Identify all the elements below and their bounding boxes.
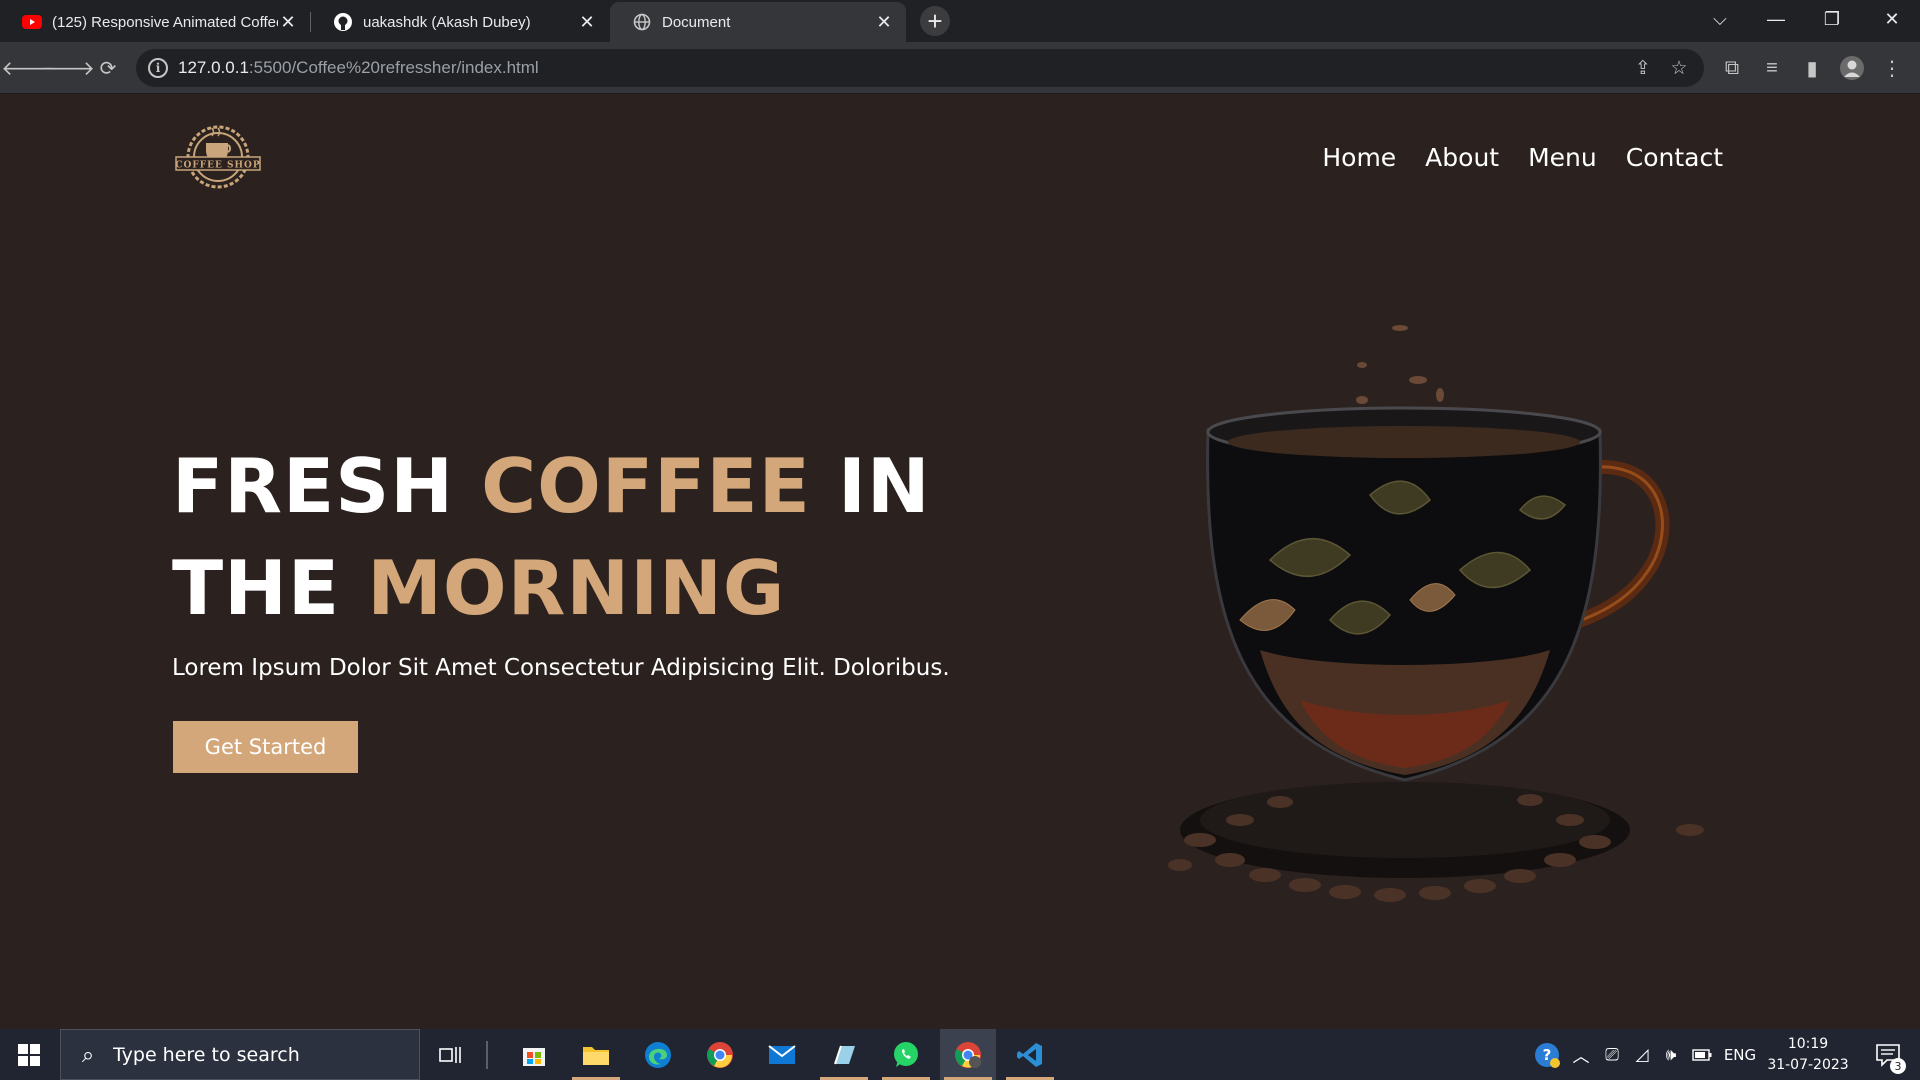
store-icon[interactable] <box>506 1029 562 1080</box>
coffee-shop-logo[interactable]: COFFEE SHOP <box>170 117 266 197</box>
browser-tab-strip: (125) Responsive Animated Coffee Shop ✕ … <box>0 0 1920 42</box>
chevron-up-icon[interactable]: ︿ <box>1568 1029 1594 1080</box>
close-icon[interactable]: ✕ <box>577 12 597 32</box>
forward-button[interactable]: 🡒 <box>41 52 95 84</box>
tab-search-button[interactable]: ⌵ <box>1692 0 1748 38</box>
nav-contact[interactable]: Contact <box>1626 143 1723 172</box>
nav-home[interactable]: Home <box>1322 143 1396 172</box>
share-icon[interactable]: ⇪ <box>1630 55 1656 81</box>
windows-icon <box>18 1043 40 1066</box>
tab-youtube[interactable]: (125) Responsive Animated Coffee Shop ✕ <box>0 2 310 42</box>
hero-title: FRESH COFFEE IN THE MORNING <box>172 435 931 639</box>
hero-title-part: FRESH <box>172 442 482 530</box>
youtube-icon <box>22 12 42 32</box>
taskbar-divider <box>486 1041 488 1069</box>
web-page: COFFEE SHOP Home About Menu Contact FRES… <box>0 95 1920 1029</box>
chrome-profile-icon[interactable] <box>940 1029 996 1080</box>
site-info-icon[interactable]: i <box>148 58 168 78</box>
tab-title: Document <box>662 13 731 31</box>
whatsapp-icon[interactable] <box>878 1029 934 1080</box>
tab-title: uakashdk (Akash Dubey) <box>363 13 531 31</box>
tab-document[interactable]: Document ✕ <box>610 2 906 42</box>
windows-taskbar: ⌕ ? ︿ ⎚ ◿ 🕪 ENG 10:19 31-07-2023 <box>0 1029 1920 1080</box>
extensions-icon[interactable]: ⧉ <box>1716 52 1748 84</box>
clock-time: 10:19 <box>1787 1036 1829 1052</box>
bookmark-star-icon[interactable]: ☆ <box>1666 55 1692 81</box>
language-indicator[interactable]: ENG <box>1718 1029 1762 1080</box>
help-icon[interactable]: ? <box>1530 1029 1564 1080</box>
new-tab-button[interactable]: + <box>920 6 950 36</box>
svg-text:COFFEE SHOP: COFFEE SHOP <box>175 161 260 171</box>
hero-title-part: THE <box>172 544 368 632</box>
browser-toolbar: 🡐 🡒 ⟳ i 127.0.0.1:5500/Coffee%20refressh… <box>0 42 1920 94</box>
main-nav: Home About Menu Contact <box>1322 143 1723 172</box>
get-started-button[interactable]: Get Started <box>173 721 358 773</box>
network-icon[interactable]: ◿ <box>1628 1029 1656 1080</box>
system-clock[interactable]: 10:19 31-07-2023 <box>1760 1034 1856 1076</box>
volume-icon[interactable]: 🕪 <box>1656 1029 1686 1080</box>
hero-title-accent: COFFEE <box>481 442 811 530</box>
reload-button[interactable]: ⟳ <box>92 52 124 84</box>
close-window-button[interactable]: ✕ <box>1864 0 1920 38</box>
search-icon: ⌕ <box>81 1041 95 1067</box>
avatar[interactable] <box>1836 52 1868 84</box>
globe-icon <box>632 12 652 32</box>
start-button[interactable] <box>0 1029 58 1080</box>
reading-list-icon[interactable]: ≡ <box>1756 52 1788 84</box>
close-icon[interactable]: ✕ <box>874 12 894 32</box>
notifications-button[interactable]: 3 <box>1868 1029 1908 1080</box>
hero-title-accent: MORNING <box>367 544 786 632</box>
clock-date: 31-07-2023 <box>1767 1057 1849 1073</box>
close-icon[interactable]: ✕ <box>278 12 298 32</box>
search-input[interactable] <box>113 1043 393 1066</box>
notification-count-badge: 3 <box>1890 1058 1906 1074</box>
tab-title: (125) Responsive Animated Coffee Shop <box>52 13 278 31</box>
restore-button[interactable]: ❐ <box>1804 0 1860 38</box>
hero-subtitle: Lorem Ipsum Dolor Sit Amet Consectetur A… <box>172 655 950 681</box>
meet-now-icon[interactable]: ⎚ <box>1598 1029 1626 1080</box>
url-text[interactable]: 127.0.0.1:5500/Coffee%20refressher/index… <box>178 58 539 78</box>
svg-text:?: ? <box>1543 1046 1552 1064</box>
chrome-icon[interactable] <box>692 1029 748 1080</box>
task-view-icon[interactable] <box>422 1029 478 1080</box>
address-bar[interactable]: i 127.0.0.1:5500/Coffee%20refressher/ind… <box>136 49 1704 87</box>
vscode-icon[interactable] <box>1002 1029 1058 1080</box>
nav-about[interactable]: About <box>1425 143 1499 172</box>
edge-icon[interactable] <box>630 1029 686 1080</box>
minimize-button[interactable]: — <box>1748 0 1804 38</box>
battery-icon[interactable] <box>1688 1029 1716 1080</box>
github-icon <box>333 12 353 32</box>
hero-title-part: IN <box>810 442 931 530</box>
file-explorer-icon[interactable] <box>568 1029 624 1080</box>
more-menu-icon[interactable]: ⋮ <box>1876 52 1908 84</box>
nav-menu[interactable]: Menu <box>1528 143 1597 172</box>
mail-icon[interactable] <box>754 1029 810 1080</box>
tab-github[interactable]: uakashdk (Akash Dubey) ✕ <box>311 2 609 42</box>
coffee-cup-image <box>1168 325 1704 902</box>
back-button[interactable]: 🡐 <box>1 52 55 84</box>
notepad-icon[interactable] <box>816 1029 872 1080</box>
side-panel-icon[interactable]: ▮ <box>1796 52 1828 84</box>
taskbar-search[interactable]: ⌕ <box>60 1029 420 1080</box>
